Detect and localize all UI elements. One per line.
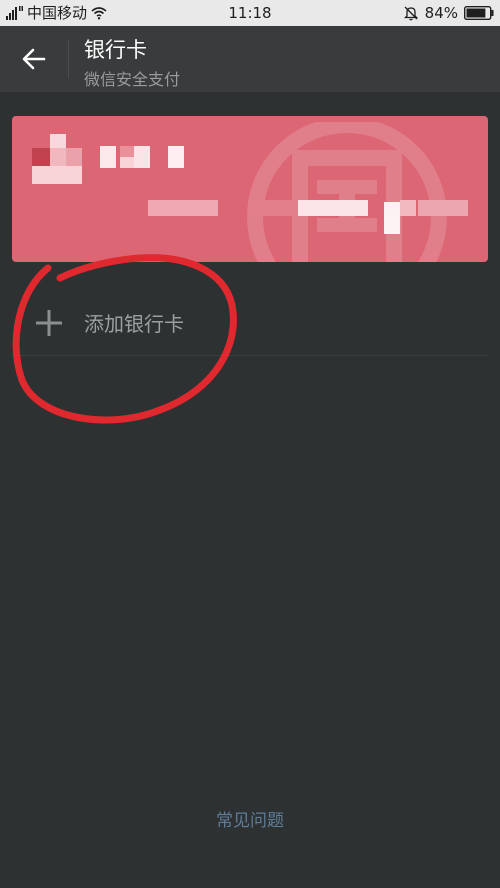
- bank-logo-watermark-icon: [247, 122, 447, 262]
- carrier-name: 中国移动: [27, 4, 88, 22]
- battery-icon: [464, 6, 494, 20]
- battery-indicator: [464, 6, 494, 20]
- plus-icon: [36, 310, 62, 336]
- status-bar: 中国移动 11:18 84%: [0, 0, 500, 26]
- bell-mute-icon: [403, 6, 418, 21]
- row-divider: [12, 355, 488, 356]
- wallet-bank-cards-screen: 中国移动 11:18 84% 银行卡 微信安全支付 添加银行卡 常见问题: [0, 0, 500, 888]
- battery-percent: 84%: [424, 4, 458, 22]
- bank-card[interactable]: [12, 116, 488, 262]
- add-bank-card-row[interactable]: 添加银行卡: [0, 290, 500, 356]
- card-bank-name-mosaic: [100, 146, 200, 168]
- wifi-icon: [91, 7, 107, 20]
- add-bank-card-label: 添加银行卡: [84, 312, 184, 336]
- faq-link[interactable]: 常见问题: [0, 806, 500, 831]
- header-divider: [68, 40, 69, 78]
- back-button[interactable]: [0, 26, 68, 92]
- card-logo-mosaic: [32, 134, 82, 184]
- status-left: 中国移动: [6, 0, 107, 26]
- page-title: 银行卡: [84, 38, 147, 62]
- app-header: 银行卡 微信安全支付: [0, 26, 500, 92]
- back-arrow-icon: [22, 48, 46, 70]
- page-subtitle: 微信安全支付: [84, 70, 181, 89]
- card-number-mosaic: [148, 200, 468, 236]
- status-right: 84%: [403, 0, 494, 26]
- signal-icon: [6, 6, 23, 20]
